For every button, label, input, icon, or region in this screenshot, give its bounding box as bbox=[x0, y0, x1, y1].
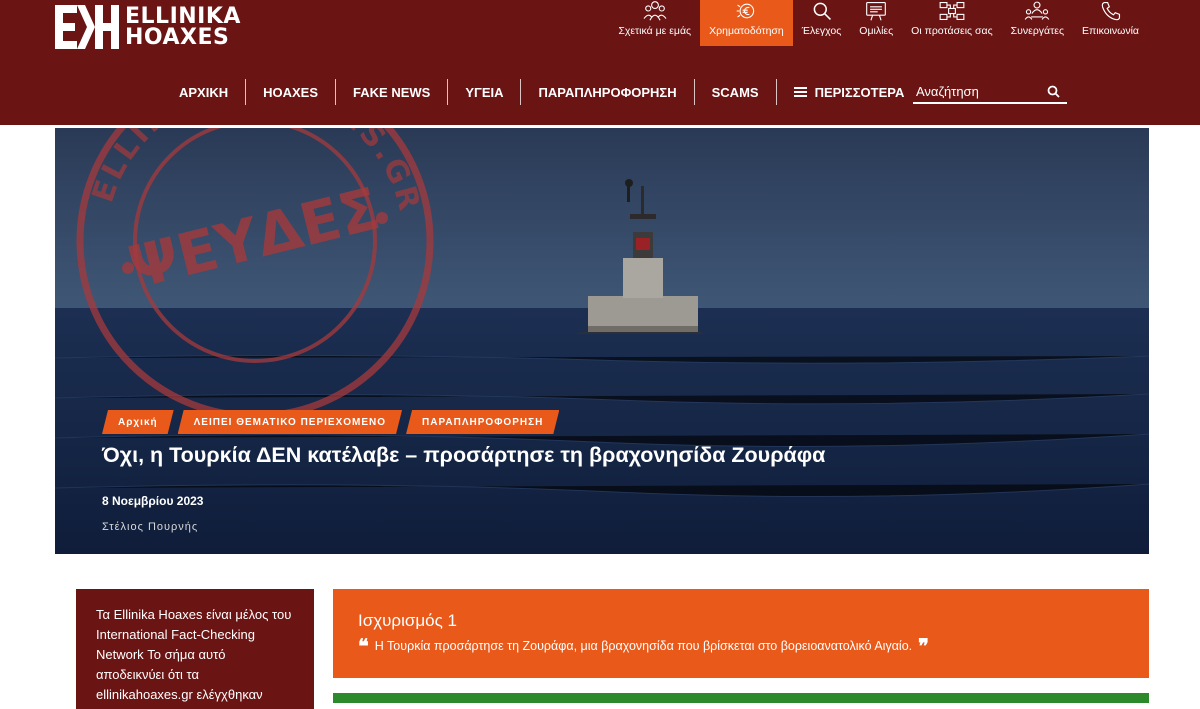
close-quote-icon: ❞ bbox=[918, 634, 929, 658]
menu-icon bbox=[793, 87, 807, 97]
ifcn-box: Τα Ellinika Hoaxes είναι μέλος του Inter… bbox=[76, 589, 314, 709]
ifcn-text: Τα Ellinika Hoaxes είναι μέλος του Inter… bbox=[96, 607, 292, 702]
hero-image: ΨΕΥΔΕΣ ELLINIKAHOAXES.GR bbox=[55, 128, 1149, 554]
partners-icon bbox=[1025, 1, 1050, 20]
presentation-icon bbox=[866, 1, 887, 21]
search-input[interactable] bbox=[913, 83, 1041, 99]
topnav-about[interactable]: Σχετικά με εμάς bbox=[609, 0, 700, 46]
open-quote-icon: ❝ bbox=[358, 634, 369, 658]
nav-hoaxes[interactable]: HOAXES bbox=[245, 79, 335, 105]
topnav-contact-label: Επικοινωνία bbox=[1082, 25, 1139, 37]
site-logo[interactable]: ELLINIKA HOAXES bbox=[55, 5, 241, 49]
claim-quote: ❝ Η Τουρκία προσάρτησε τη Ζουράφα, μια β… bbox=[358, 634, 929, 658]
top-navigation: Σχετικά με εμάς Χρηματοδότηση Έλεγχος Ομ… bbox=[609, 0, 1148, 46]
topnav-talks[interactable]: Ομιλίες bbox=[850, 0, 902, 46]
claim-text: Η Τουρκία προσάρτησε τη Ζουράφα, μια βρα… bbox=[374, 639, 913, 653]
logo-text: ELLINIKA HOAXES bbox=[125, 4, 241, 50]
search-button[interactable] bbox=[1041, 80, 1065, 102]
logo-mark-icon bbox=[55, 5, 119, 49]
topnav-check-label: Έλεγχος bbox=[801, 25, 842, 37]
topnav-suggestions[interactable]: Οι προτάσεις σας bbox=[902, 0, 1001, 46]
featured-article[interactable]: ΨΕΥΔΕΣ ELLINIKAHOAXES.GR Αρχική ΛΕΙΠΕΙ Θ… bbox=[55, 128, 1149, 554]
topnav-partners[interactable]: Συνεργάτες bbox=[1002, 0, 1073, 46]
nav-fake-news[interactable]: FAKE NEWS bbox=[335, 79, 447, 105]
topnav-about-label: Σχετικά με εμάς bbox=[618, 25, 692, 37]
topnav-partners-label: Συνεργάτες bbox=[1010, 25, 1065, 37]
logo-line-2: HOAXES bbox=[125, 25, 230, 50]
article-title[interactable]: Όχι, η Τουρκία ΔΕΝ κατέλαβε – προσάρτησε… bbox=[102, 443, 825, 468]
funding-icon bbox=[737, 3, 755, 19]
topnav-contact[interactable]: Επικοινωνία bbox=[1073, 0, 1148, 46]
nav-more[interactable]: ΠΕΡΙΣΣΟΤΕΡΑ bbox=[775, 79, 922, 105]
nav-more-label: ΠΕΡΙΣΣΟΤΕΡΑ bbox=[814, 84, 905, 100]
logo-line-1: ELLINIKA bbox=[125, 4, 241, 29]
article-tags: Αρχική ΛΕΙΠΕΙ ΘΕΜΑΤΙΚΟ ΠΕΡΙΕΧΟΜΕΝΟ ΠΑΡΑΠ… bbox=[102, 410, 563, 434]
suggestions-icon bbox=[939, 1, 965, 21]
team-icon bbox=[643, 1, 667, 21]
topnav-talks-label: Ομιλίες bbox=[859, 25, 894, 37]
nav-health[interactable]: ΥΓΕΙΑ bbox=[447, 79, 520, 105]
site-header: ELLINIKA HOAXES Σχετικά με εμάς Χρηματοδ… bbox=[0, 0, 1200, 125]
magnifier-icon bbox=[1047, 85, 1060, 98]
claim-box: Ισχυρισμός 1 ❝ Η Τουρκία προσάρτησε τη Ζ… bbox=[333, 589, 1149, 678]
tag-misinformation[interactable]: ΠΑΡΑΠΛΗΡΟΦΟΡΗΣΗ bbox=[406, 410, 559, 434]
article-author[interactable]: Στέλιος Πουρνής bbox=[102, 521, 198, 533]
search-box bbox=[913, 80, 1067, 104]
topnav-check[interactable]: Έλεγχος bbox=[793, 0, 851, 46]
nav-home[interactable]: ΑΡΧΙΚΗ bbox=[162, 79, 245, 105]
topnav-suggestions-label: Οι προτάσεις σας bbox=[911, 25, 993, 37]
phone-icon bbox=[1101, 1, 1120, 21]
verdict-bar bbox=[333, 693, 1149, 703]
topnav-funding-label: Χρηματοδότηση bbox=[709, 25, 784, 37]
tag-home[interactable]: Αρχική bbox=[102, 410, 174, 434]
search-icon bbox=[813, 2, 831, 21]
topnav-funding[interactable]: Χρηματοδότηση bbox=[700, 0, 793, 46]
main-navigation: ΑΡΧΙΚΗ HOAXES FAKE NEWS ΥΓΕΙΑ ΠΑΡΑΠΛΗΡΟΦ… bbox=[162, 78, 921, 106]
article-date: 8 Νοεμβρίου 2023 bbox=[102, 494, 204, 508]
nav-scams[interactable]: SCAMS bbox=[693, 79, 776, 105]
claim-title: Ισχυρισμός 1 bbox=[358, 611, 457, 630]
tag-missing-context[interactable]: ΛΕΙΠΕΙ ΘΕΜΑΤΙΚΟ ΠΕΡΙΕΧΟΜΕΝΟ bbox=[178, 410, 402, 434]
nav-misinformation[interactable]: ΠΑΡΑΠΛΗΡΟΦΟΡΗΣΗ bbox=[520, 79, 693, 105]
